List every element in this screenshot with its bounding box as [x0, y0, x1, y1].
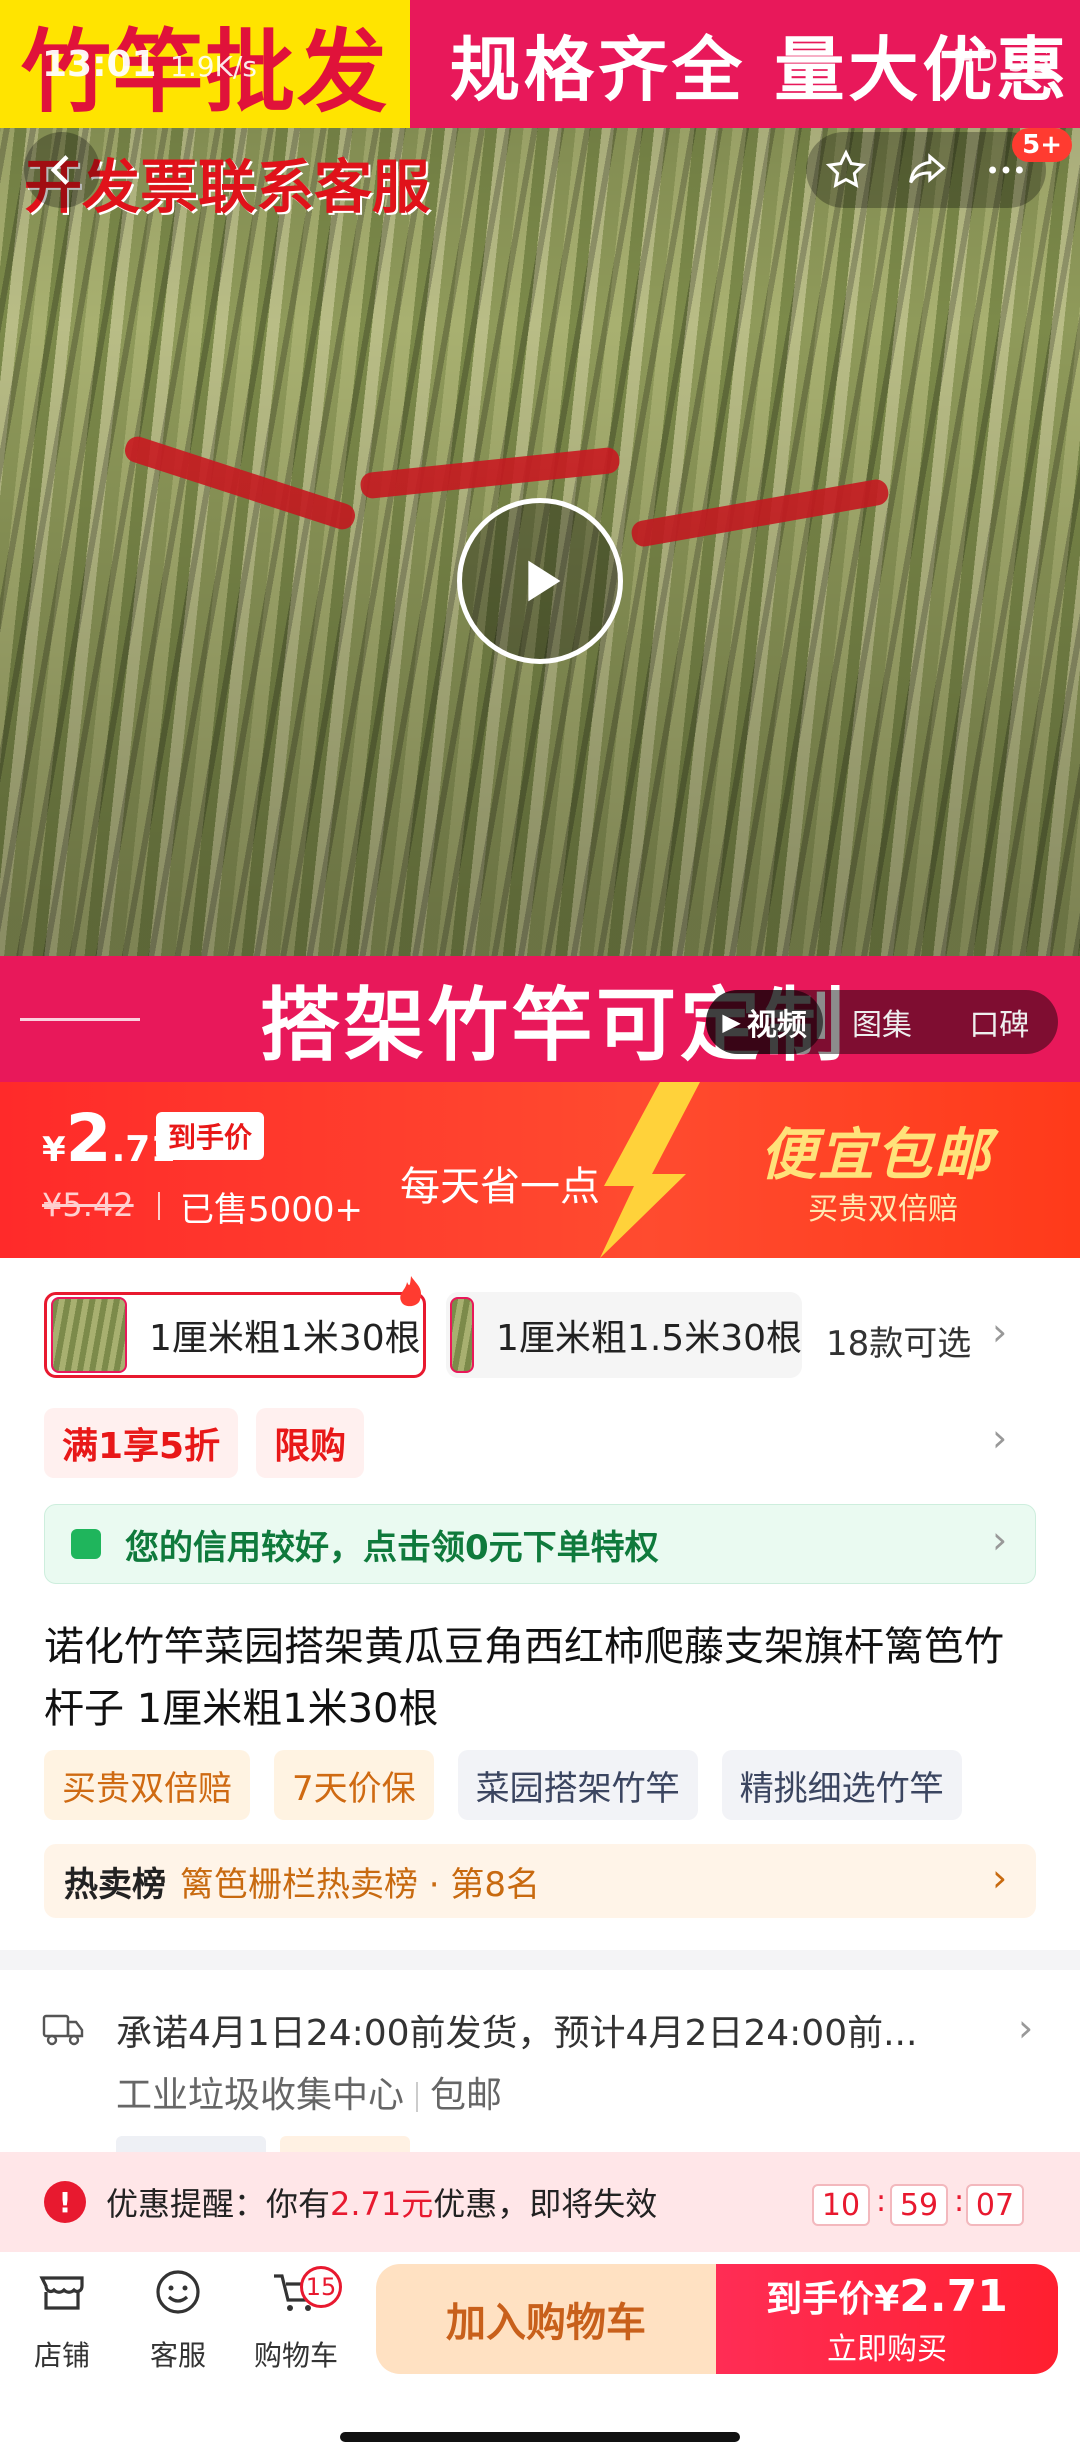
- tag-price-protect[interactable]: 7天价保: [274, 1750, 434, 1820]
- status-signal: HD 5G: [952, 44, 1050, 79]
- countdown-hours: 10: [812, 2184, 870, 2226]
- coupon-amount: 2.71元: [330, 2185, 434, 2223]
- service-tags: 买贵双倍赔 7天价保 菜园搭架竹竿 精挑细选竹竿: [44, 1750, 962, 1820]
- media-tabs: ▶ 视频 图集 口碑: [706, 990, 1058, 1054]
- status-time: 13:01: [42, 44, 157, 85]
- price-separator: [158, 1192, 160, 1220]
- buy-now-button[interactable]: 到手价¥2.71 立即购买: [716, 2264, 1058, 2374]
- shopping-bag-icon: [71, 1529, 101, 1559]
- sku-more-count[interactable]: 18款可选: [826, 1316, 971, 1365]
- play-small-icon: ▶: [722, 1008, 741, 1036]
- buy-price-label: 到手价: [766, 2279, 875, 2320]
- coupon-prefix: 优惠提醒：你有: [106, 2185, 331, 2223]
- back-button[interactable]: [24, 132, 100, 208]
- shop-button[interactable]: 店铺: [14, 2264, 110, 2374]
- original-price: ¥5.42: [42, 1186, 134, 1224]
- play-video-button[interactable]: [457, 498, 623, 664]
- chevron-right-icon[interactable]: ›: [1018, 2006, 1033, 2050]
- clock-alert-icon: !: [44, 2181, 86, 2223]
- hot-ranking[interactable]: 热卖榜 篱笆栅栏热卖榜 · 第8名: [44, 1844, 1036, 1918]
- shipping-info[interactable]: 承诺4月1日24:00前发货，预计4月2日24:00前... 工业垃圾收集中心包…: [0, 1970, 1080, 2166]
- shipping-promise: 承诺4月1日24:00前发货，预计4月2日24:00前...: [116, 2013, 918, 2054]
- lightning-icon: [600, 1082, 700, 1258]
- service-label: 客服: [149, 2339, 206, 2372]
- sku-thumbnail: [450, 1297, 475, 1373]
- credit-banner[interactable]: 您的信用较好，点击领0元下单特权: [44, 1504, 1036, 1584]
- ship-from: 工业垃圾收集中心: [116, 2075, 405, 2116]
- sku-label: 1厘米粗1.5米30根: [496, 1318, 802, 1359]
- shipping-origin: 工业垃圾收集中心 包邮: [116, 2066, 502, 2118]
- status-speed: 1.9K/s: [170, 50, 257, 83]
- tab-reviews-label: 口碑: [969, 1008, 1030, 1043]
- product-image-carousel[interactable]: 竹竿批发 规格齐全 量大优惠 13:01 1.9K/s HD 5G 开发票联系客…: [0, 0, 1080, 1082]
- promo-subtitle: 买贵双倍赔: [808, 1192, 958, 1227]
- price-integer: 2: [65, 1100, 112, 1177]
- buy-price: 2.71: [899, 2271, 1008, 2322]
- shop-label: 店铺: [33, 2339, 90, 2372]
- countdown-colon: :: [876, 2184, 887, 2219]
- home-indicator[interactable]: [340, 2432, 740, 2442]
- sku-option-selected[interactable]: 1厘米粗1米30根: [44, 1292, 426, 1378]
- customer-service-icon: [156, 2270, 200, 2314]
- promo-chips: 满1享5折 限购: [44, 1408, 365, 1478]
- countdown-colon: :: [954, 2184, 965, 2219]
- promo-title: 便宜包邮: [760, 1123, 992, 1188]
- store-icon: [39, 2276, 84, 2310]
- limit-chip[interactable]: 限购: [256, 1408, 365, 1478]
- notification-badge: 5+: [1012, 128, 1072, 162]
- coupon-text: 优惠提醒：你有2.71元优惠，即将失效: [106, 2179, 657, 2225]
- free-shipping: 包邮: [430, 2075, 503, 2116]
- tab-reviews[interactable]: 口碑: [941, 990, 1058, 1054]
- countdown-minutes: 59: [890, 2184, 948, 2226]
- hot-rank-value: 篱笆栅栏热卖榜 · 第8名: [180, 1864, 541, 1905]
- product-title: 诺化竹竿菜园搭架黄瓜豆角西红柿爬藤支架旗杆篱笆竹杆子 1厘米粗1米30根: [44, 1624, 1004, 1732]
- countdown-seconds: 07: [966, 2184, 1024, 2226]
- chevron-right-icon[interactable]: ›: [992, 1416, 1007, 1460]
- section-divider: [0, 1950, 1080, 1970]
- buy-currency: ¥: [874, 2279, 900, 2320]
- tag-double-refund[interactable]: 买贵双倍赔: [44, 1750, 250, 1820]
- credit-text: 您的信用较好，点击领0元下单特权: [125, 1527, 659, 1568]
- coupon-suffix: 优惠，即将失效: [433, 2185, 658, 2223]
- save-slogan: 每天省一点: [400, 1164, 600, 1210]
- sku-thumbnail: [51, 1297, 127, 1373]
- hero-top-banner: 竹竿批发 规格齐全 量大优惠: [0, 0, 1080, 128]
- price-currency: ¥: [42, 1130, 66, 1170]
- tag-garden[interactable]: 菜园搭架竹竿: [457, 1750, 698, 1820]
- sold-count: 已售5000+: [180, 1190, 364, 1230]
- back-icon: [50, 155, 69, 185]
- service-button[interactable]: 客服: [130, 2264, 226, 2374]
- play-icon: [528, 560, 561, 602]
- ship-separator: [416, 2082, 419, 2112]
- chevron-right-icon[interactable]: ›: [992, 1310, 1007, 1354]
- top-actions: [806, 132, 1046, 208]
- add-to-cart-button[interactable]: 加入购物车: [376, 2264, 716, 2374]
- hot-fire-icon: [400, 1276, 422, 1307]
- truck-icon: [42, 2014, 84, 2046]
- chevron-right-icon[interactable]: ›: [992, 1518, 1007, 1562]
- price-tag: 到手价: [156, 1112, 265, 1160]
- cart-label: 购物车: [253, 2339, 338, 2372]
- product-page: 竹竿批发 规格齐全 量大优惠 13:01 1.9K/s HD 5G 开发票联系客…: [0, 0, 1080, 2460]
- discount-chip[interactable]: 满1享5折: [44, 1408, 239, 1478]
- tab-video-label: 视频: [746, 1008, 807, 1043]
- tab-video[interactable]: ▶ 视频: [706, 990, 824, 1054]
- sku-label: 1厘米粗1米30根: [149, 1318, 421, 1359]
- sku-option[interactable]: 1厘米粗1.5米30根: [446, 1292, 802, 1378]
- banner-line: [20, 1017, 140, 1021]
- chevron-right-icon[interactable]: ›: [992, 1856, 1007, 1900]
- favorite-star-icon[interactable]: [823, 147, 869, 193]
- cart-count-badge: 15: [300, 2266, 342, 2308]
- buy-now-label: 立即购买: [827, 2332, 947, 2367]
- tag-selected[interactable]: 精挑细选竹竿: [721, 1750, 962, 1820]
- tab-gallery[interactable]: 图集: [823, 990, 940, 1054]
- buy-price-line: 到手价¥2.71: [766, 2270, 1008, 2322]
- share-icon[interactable]: [903, 147, 949, 193]
- tab-gallery-label: 图集: [851, 1008, 912, 1043]
- hot-rank-label: 热卖榜: [64, 1864, 166, 1905]
